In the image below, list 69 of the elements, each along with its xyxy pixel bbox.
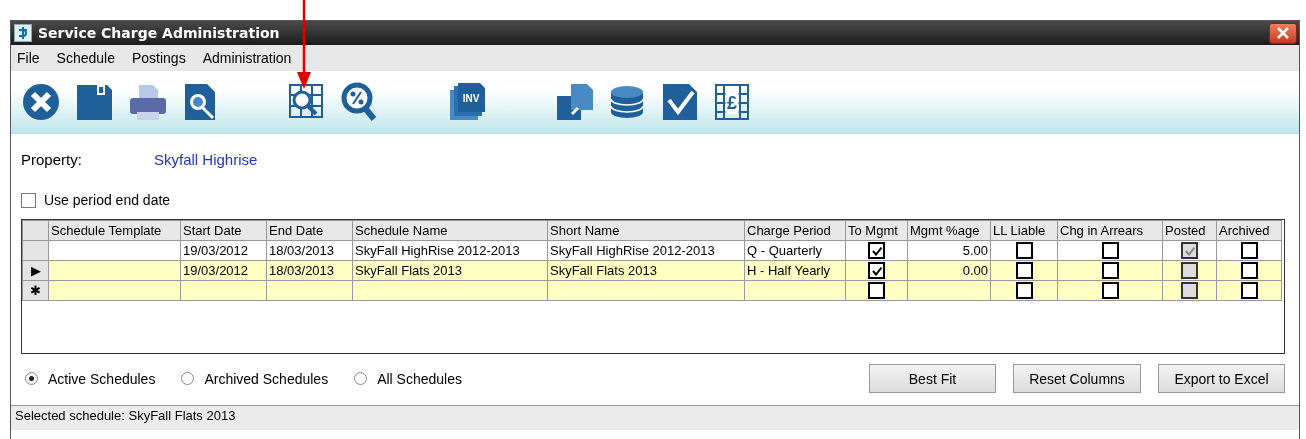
- checkbox[interactable]: [21, 192, 36, 208]
- checkbox[interactable]: [1240, 262, 1258, 280]
- column-header[interactable]: LL Liable: [990, 220, 1058, 241]
- checkbox[interactable]: [1015, 262, 1033, 280]
- table-cell: 5.00: [962, 243, 988, 258]
- invoice-stack-button[interactable]: INV: [445, 80, 488, 124]
- property-label: Property:: [21, 150, 83, 168]
- close-icon: [1277, 27, 1289, 39]
- checkbox[interactable]: [1101, 242, 1119, 260]
- row-header: [22, 220, 49, 241]
- table-cell: H - Half Yearly: [747, 263, 831, 278]
- checkbox[interactable]: [1015, 282, 1033, 300]
- radio-button[interactable]: [181, 372, 195, 385]
- radio-label: All Schedules: [377, 370, 462, 387]
- table-cell: 19/03/2012: [183, 263, 249, 278]
- table-cell: SkyFall Flats 2013: [355, 263, 462, 278]
- column-header[interactable]: Posted: [1162, 220, 1217, 241]
- checkbox[interactable]: [868, 242, 885, 260]
- column-header[interactable]: Schedule Name: [352, 220, 548, 241]
- check-icon: [871, 265, 882, 276]
- close-icon: [20, 82, 61, 122]
- column-header[interactable]: End Date: [266, 220, 353, 241]
- menu-item[interactable]: Schedule: [56, 50, 115, 66]
- radio-button[interactable]: [354, 372, 368, 385]
- row-marker: ▶: [30, 263, 41, 278]
- menu-item[interactable]: Administration: [202, 50, 292, 66]
- menu-item[interactable]: File: [17, 50, 40, 66]
- app-icon: [14, 24, 32, 42]
- window-title: Service Charge Administration: [38, 25, 280, 41]
- table-cell: SkyFall HighRise 2012-2013: [550, 243, 715, 258]
- action-button[interactable]: Export to Excel: [1158, 364, 1285, 393]
- close-button[interactable]: [1269, 22, 1297, 44]
- action-button[interactable]: Best Fit: [869, 364, 996, 393]
- row-marker: ✱: [30, 283, 41, 298]
- action-button[interactable]: Reset Columns: [1013, 364, 1141, 393]
- checkbox[interactable]: [1240, 242, 1258, 260]
- column-header[interactable]: Charge Period: [744, 220, 846, 241]
- table-cell: 0.00: [962, 263, 988, 278]
- row-header[interactable]: ▶: [22, 260, 49, 281]
- column-header[interactable]: Schedule Template: [48, 220, 181, 241]
- checkbox[interactable]: [1101, 282, 1119, 300]
- check-icon: [871, 245, 882, 256]
- radio-button[interactable]: [25, 372, 38, 385]
- pound-grid-button[interactable]: £: [711, 80, 754, 124]
- property-value: Skyfall Highrise: [154, 150, 258, 168]
- table-cell: 19/03/2012: [183, 243, 249, 258]
- column-header[interactable]: Start Date: [180, 220, 267, 241]
- column-header[interactable]: Short Name: [547, 220, 745, 241]
- table-cell: SkyFall HighRise 2012-2013: [355, 243, 520, 258]
- checkbox[interactable]: [1240, 282, 1258, 300]
- table-cell: 18/03/2013: [269, 243, 335, 258]
- column-header[interactable]: Chg in Arrears: [1057, 220, 1163, 241]
- radio-label: Active Schedules: [48, 370, 156, 387]
- checkbox[interactable]: [1015, 242, 1033, 260]
- radio-label: Archived Schedules: [204, 370, 329, 387]
- status-bar: Selected schedule: SkyFall Flats 2013: [11, 405, 1299, 430]
- menu-item[interactable]: Postings: [131, 50, 186, 66]
- checkbox-label: Use period end date: [44, 192, 171, 208]
- column-header[interactable]: Archived: [1216, 220, 1282, 241]
- checkbox[interactable]: [868, 282, 885, 300]
- column-header[interactable]: To Mgmt: [845, 220, 908, 241]
- table-cell: 18/03/2013: [269, 263, 335, 278]
- row-header[interactable]: ✱: [22, 280, 49, 301]
- table-cell: Q - Quarterly: [747, 243, 823, 258]
- table-cell: SkyFall Flats 2013: [550, 263, 657, 278]
- checkbox[interactable]: [868, 262, 885, 280]
- checkbox[interactable]: [1101, 262, 1119, 280]
- check-icon: [1184, 245, 1195, 256]
- column-header[interactable]: Mgmt %age: [907, 220, 991, 241]
